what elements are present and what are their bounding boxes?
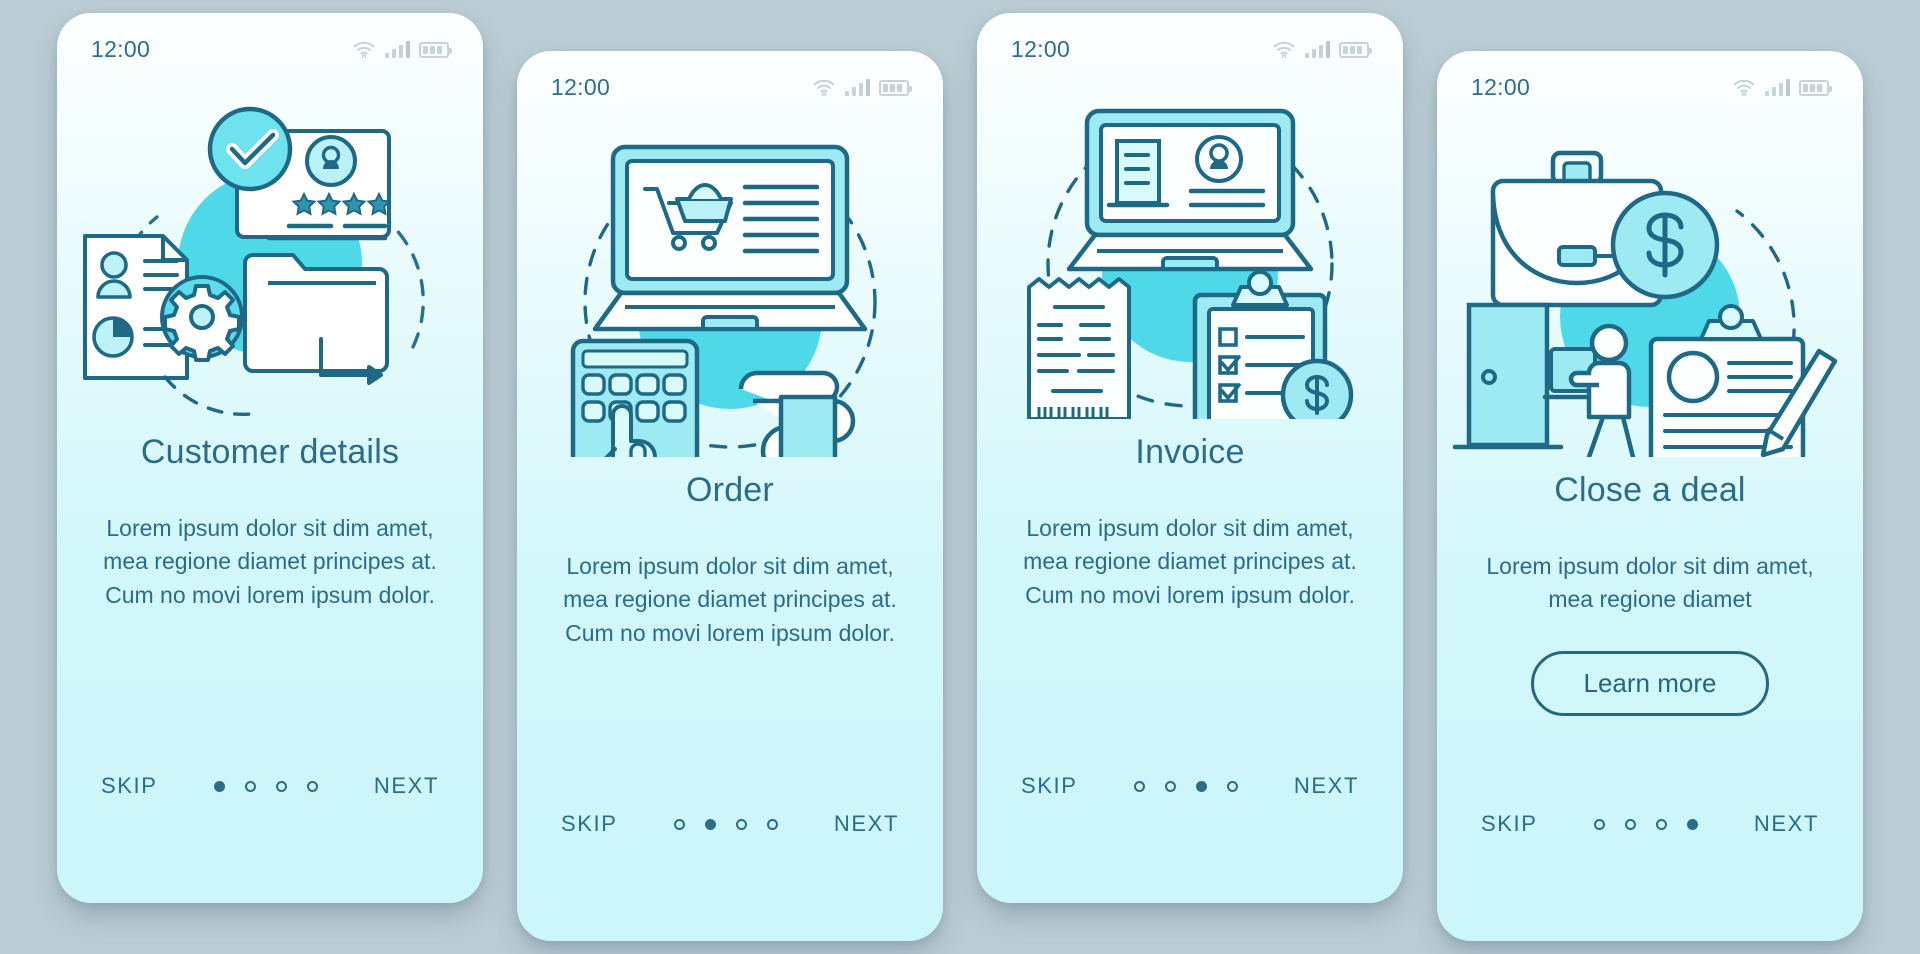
step-dot-3[interactable]	[735, 818, 747, 830]
gear-icon	[160, 275, 244, 362]
laptop-icon	[592, 144, 868, 332]
step-dot-4[interactable]	[766, 818, 778, 830]
card-copy: Invoice Lorem ipsum dolor sit dim amet, …	[977, 433, 1403, 612]
card-copy: Close a deal Lorem ipsum dolor sit dim a…	[1437, 471, 1863, 716]
battery-icon	[419, 42, 452, 58]
step-dot-2[interactable]	[244, 780, 256, 792]
status-bar-icons	[1272, 40, 1372, 58]
step-dot-4[interactable]	[1686, 818, 1698, 830]
signal-bars-icon	[1304, 41, 1330, 58]
document-icon	[1106, 139, 1170, 208]
pie-chart-icon	[92, 316, 134, 358]
learn-more-button[interactable]: Learn more	[1530, 650, 1770, 716]
door-icon	[1452, 302, 1564, 450]
skip-button[interactable]: SKIP	[561, 811, 618, 837]
laptop-icon	[1066, 108, 1314, 272]
step-dot-3[interactable]	[275, 780, 287, 792]
step-indicator	[1133, 780, 1238, 792]
folder-icon	[243, 253, 389, 373]
next-button[interactable]: NEXT	[374, 773, 439, 799]
onboarding-screens-container: 12:00 Customer details Lorem ipsum dolor…	[0, 0, 1920, 954]
wifi-icon	[352, 40, 376, 58]
step-dot-2[interactable]	[1164, 780, 1176, 792]
status-bar-clock: 12:00	[551, 73, 611, 100]
status-bar: 12:00	[57, 13, 483, 85]
step-dot-3[interactable]	[1655, 818, 1667, 830]
onboarding-nav: SKIP NEXT	[1437, 811, 1863, 837]
page-description: Lorem ipsum dolor sit dim amet, mea regi…	[1486, 553, 1814, 613]
step-dot-1[interactable]	[1593, 818, 1605, 830]
order-illustration	[517, 127, 943, 457]
onboarding-card-customer-details: 12:00 Customer details Lorem ipsum dolor…	[57, 13, 483, 903]
next-button[interactable]: NEXT	[1754, 811, 1819, 837]
battery-icon	[1339, 42, 1372, 58]
step-dot-1[interactable]	[213, 780, 225, 792]
dollar-coin-icon	[1610, 190, 1720, 300]
page-title: Invoice	[1135, 433, 1245, 471]
close-a-deal-illustration	[1437, 127, 1863, 457]
step-dot-1[interactable]	[1133, 780, 1145, 792]
page-description: Lorem ipsum dolor sit dim amet, mea regi…	[563, 553, 897, 646]
page-title: Customer details	[140, 433, 400, 471]
step-dot-1[interactable]	[673, 818, 685, 830]
onboarding-card-order: 12:00 Order Lorem ipsum dolor sit dim am…	[517, 51, 943, 941]
status-bar-clock: 12:00	[91, 35, 151, 62]
card-copy: Order Lorem ipsum dolor sit dim amet, me…	[517, 471, 943, 650]
page-description: Lorem ipsum dolor sit dim amet, mea regi…	[1023, 515, 1357, 608]
onboarding-nav: SKIP NEXT	[57, 773, 483, 799]
check-badge-icon	[207, 106, 293, 192]
receipt-icon	[1027, 277, 1131, 419]
invoice-illustration	[977, 89, 1403, 419]
card-copy: Customer details Lorem ipsum dolor sit d…	[57, 433, 483, 612]
status-bar: 12:00	[517, 51, 943, 123]
onboarding-card-close-a-deal: 12:00 Close a deal Lorem ipsum dolor sit…	[1437, 51, 1863, 941]
step-indicator	[1593, 818, 1698, 830]
skip-button[interactable]: SKIP	[101, 773, 158, 799]
signal-bars-icon	[384, 41, 410, 58]
skip-button[interactable]: SKIP	[1481, 811, 1538, 837]
step-dot-4[interactable]	[306, 780, 318, 792]
status-bar-icons	[1732, 78, 1832, 96]
learn-more-wrapper: Learn more	[1463, 650, 1837, 716]
step-dot-3[interactable]	[1195, 780, 1207, 792]
status-bar-clock: 12:00	[1471, 73, 1531, 100]
battery-icon	[879, 80, 912, 96]
status-bar: 12:00	[977, 13, 1403, 85]
signal-bars-icon	[844, 79, 870, 96]
status-bar: 12:00	[1437, 51, 1863, 123]
page-title: Close a deal	[1554, 471, 1746, 509]
step-dot-2[interactable]	[704, 818, 716, 830]
wifi-icon	[1732, 78, 1756, 96]
step-dot-2[interactable]	[1624, 818, 1636, 830]
customer-details-illustration	[57, 89, 483, 419]
status-bar-icons	[812, 78, 912, 96]
signal-bars-icon	[1764, 79, 1790, 96]
onboarding-card-invoice: 12:00 Invoice Lorem ipsum dolor sit dim …	[977, 13, 1403, 903]
battery-icon	[1799, 80, 1832, 96]
next-button[interactable]: NEXT	[834, 811, 899, 837]
wifi-icon	[812, 78, 836, 96]
bookmark-icon	[778, 394, 838, 457]
next-button[interactable]: NEXT	[1294, 773, 1359, 799]
wifi-icon	[1272, 40, 1296, 58]
onboarding-nav: SKIP NEXT	[977, 773, 1403, 799]
onboarding-nav: SKIP NEXT	[517, 811, 943, 837]
step-indicator	[213, 780, 318, 792]
dollar-coin-icon	[1280, 358, 1354, 419]
skip-button[interactable]: SKIP	[1021, 773, 1078, 799]
page-description: Lorem ipsum dolor sit dim amet, mea regi…	[103, 515, 437, 608]
status-bar-icons	[352, 40, 452, 58]
step-indicator	[673, 818, 778, 830]
step-dot-4[interactable]	[1226, 780, 1238, 792]
status-bar-clock: 12:00	[1011, 35, 1071, 62]
page-title: Order	[686, 471, 774, 509]
